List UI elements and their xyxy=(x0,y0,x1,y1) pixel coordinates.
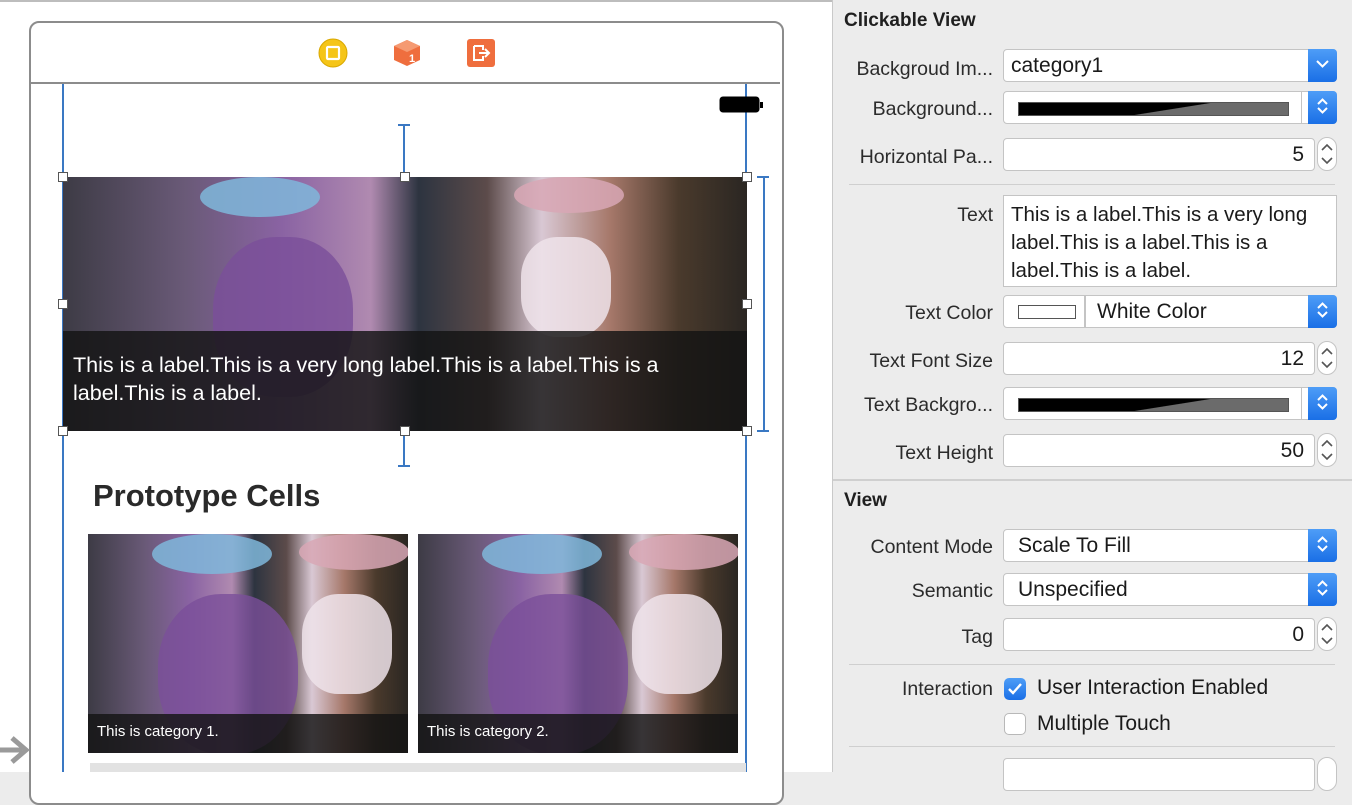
up-down-chevron-icon[interactable] xyxy=(1308,295,1337,328)
top-constraint-cap xyxy=(398,124,410,126)
text-color-swatch-well[interactable] xyxy=(1003,295,1085,328)
table-footer-strip xyxy=(90,763,746,772)
text-color-value: White Color xyxy=(1097,300,1207,323)
text-background-label: Text Backgro... xyxy=(864,394,993,416)
user-interaction-checkbox[interactable] xyxy=(1004,678,1026,700)
clickable-view-section-title: Clickable View xyxy=(844,10,976,31)
tag-value: 0 xyxy=(1292,623,1304,646)
divider xyxy=(849,184,1335,185)
clickable-header-view[interactable]: This is a label.This is a very long labe… xyxy=(63,177,747,431)
cell-caption-bar: This is category 1. xyxy=(88,714,408,753)
semantic-popup[interactable]: Unspecified xyxy=(1003,573,1337,606)
up-down-chevron-icon[interactable] xyxy=(1308,573,1337,606)
interaction-label: Interaction xyxy=(901,678,993,700)
tag-stepper[interactable] xyxy=(1317,617,1337,651)
section-title: Prototype Cells xyxy=(93,478,321,513)
chevron-down-icon[interactable] xyxy=(1308,49,1337,82)
attributes-inspector: Clickable View Backgroud Im... category1… xyxy=(833,0,1352,791)
horizontal-padding-field[interactable]: 5 xyxy=(1003,138,1315,171)
color-swatch xyxy=(1018,102,1289,116)
up-down-chevron-icon[interactable] xyxy=(1308,387,1337,420)
resize-handle-bl[interactable] xyxy=(58,426,68,436)
resize-handle-tl[interactable] xyxy=(58,172,68,182)
background-color-label: Background... xyxy=(872,98,993,120)
text-area[interactable]: This is a label.This is a very long labe… xyxy=(1003,195,1337,287)
background-image-value: category1 xyxy=(1011,54,1104,77)
height-constraint[interactable] xyxy=(763,177,765,431)
bottom-constraint-cap xyxy=(398,465,410,467)
resize-handle-r[interactable] xyxy=(742,299,752,309)
tag-field[interactable]: 0 xyxy=(1003,618,1315,651)
background-image-combo[interactable]: category1 xyxy=(1003,49,1337,82)
view-section-title: View xyxy=(844,490,887,511)
color-swatch xyxy=(1018,398,1289,412)
text-height-label: Text Height xyxy=(895,442,993,464)
battery-icon xyxy=(719,95,763,113)
semantic-label: Semantic xyxy=(911,580,993,602)
initial-arrow-icon[interactable] xyxy=(0,728,30,772)
up-down-chevron-icon[interactable] xyxy=(1308,529,1337,562)
text-height-value: 50 xyxy=(1280,439,1304,462)
alpha-field[interactable] xyxy=(1003,758,1315,791)
exit-icon[interactable] xyxy=(466,38,496,68)
background-image-label: Backgroud Im... xyxy=(856,58,993,80)
semantic-value: Unspecified xyxy=(1018,578,1128,601)
resize-handle-br[interactable] xyxy=(742,426,752,436)
top-constraint[interactable] xyxy=(403,125,405,177)
scene-dock-separator xyxy=(31,82,780,84)
height-constraint-cap-bottom xyxy=(757,430,769,432)
svg-text:1: 1 xyxy=(409,53,415,65)
horizontal-padding-stepper[interactable] xyxy=(1317,137,1337,171)
content-mode-popup[interactable]: Scale To Fill xyxy=(1003,529,1337,562)
view-controller-icon[interactable] xyxy=(318,38,348,68)
text-label: Text xyxy=(957,204,993,226)
text-height-field[interactable]: 50 xyxy=(1003,434,1315,467)
cell-caption: This is category 2. xyxy=(427,723,549,740)
header-caption-label: This is a label.This is a very long labe… xyxy=(73,353,659,405)
text-height-stepper[interactable] xyxy=(1317,433,1337,467)
divider xyxy=(849,746,1335,747)
multiple-touch-label[interactable]: Multiple Touch xyxy=(1037,712,1171,736)
canvas-top-border xyxy=(0,0,832,2)
background-color-picker[interactable] xyxy=(1003,91,1337,124)
cell-caption: This is category 1. xyxy=(97,723,219,740)
content-mode-label: Content Mode xyxy=(870,536,994,558)
text-color-popup[interactable]: White Color xyxy=(1085,295,1337,328)
white-color-swatch xyxy=(1018,305,1076,319)
text-font-size-stepper[interactable] xyxy=(1317,341,1337,375)
up-down-chevron-icon[interactable] xyxy=(1308,91,1337,124)
divider xyxy=(849,664,1335,665)
prototype-cell[interactable]: This is category 1. xyxy=(88,534,408,753)
picker-divider xyxy=(1301,388,1302,419)
content-mode-value: Scale To Fill xyxy=(1018,534,1131,557)
horizontal-padding-value: 5 xyxy=(1292,143,1304,166)
resize-handle-tr[interactable] xyxy=(742,172,752,182)
section-divider xyxy=(833,479,1352,481)
text-font-size-field[interactable]: 12 xyxy=(1003,342,1315,375)
text-font-size-value: 12 xyxy=(1280,347,1304,370)
bottom-constraint[interactable] xyxy=(403,431,405,466)
text-color-label: Text Color xyxy=(905,302,993,324)
prototype-cell[interactable]: This is category 2. xyxy=(418,534,738,753)
multiple-touch-checkbox[interactable] xyxy=(1004,713,1026,735)
header-caption-bar: This is a label.This is a very long labe… xyxy=(63,331,747,431)
first-responder-icon[interactable]: 1 xyxy=(392,38,422,68)
tag-label: Tag xyxy=(961,626,993,648)
checkmark-icon xyxy=(1008,683,1022,695)
resize-handle-l[interactable] xyxy=(58,299,68,309)
text-font-size-label: Text Font Size xyxy=(869,350,993,372)
storyboard-canvas[interactable]: 1 This is a label.This is a very long la… xyxy=(0,0,832,805)
cell-caption-bar: This is category 2. xyxy=(418,714,738,753)
alpha-stepper[interactable] xyxy=(1317,757,1337,791)
resize-handle-t[interactable] xyxy=(400,172,410,182)
user-interaction-label[interactable]: User Interaction Enabled xyxy=(1037,676,1268,700)
picker-divider xyxy=(1301,92,1302,123)
text-background-color-picker[interactable] xyxy=(1003,387,1337,420)
height-constraint-cap-top xyxy=(757,176,769,178)
horizontal-padding-label: Horizontal Pa... xyxy=(859,146,993,168)
resize-handle-b[interactable] xyxy=(400,426,410,436)
